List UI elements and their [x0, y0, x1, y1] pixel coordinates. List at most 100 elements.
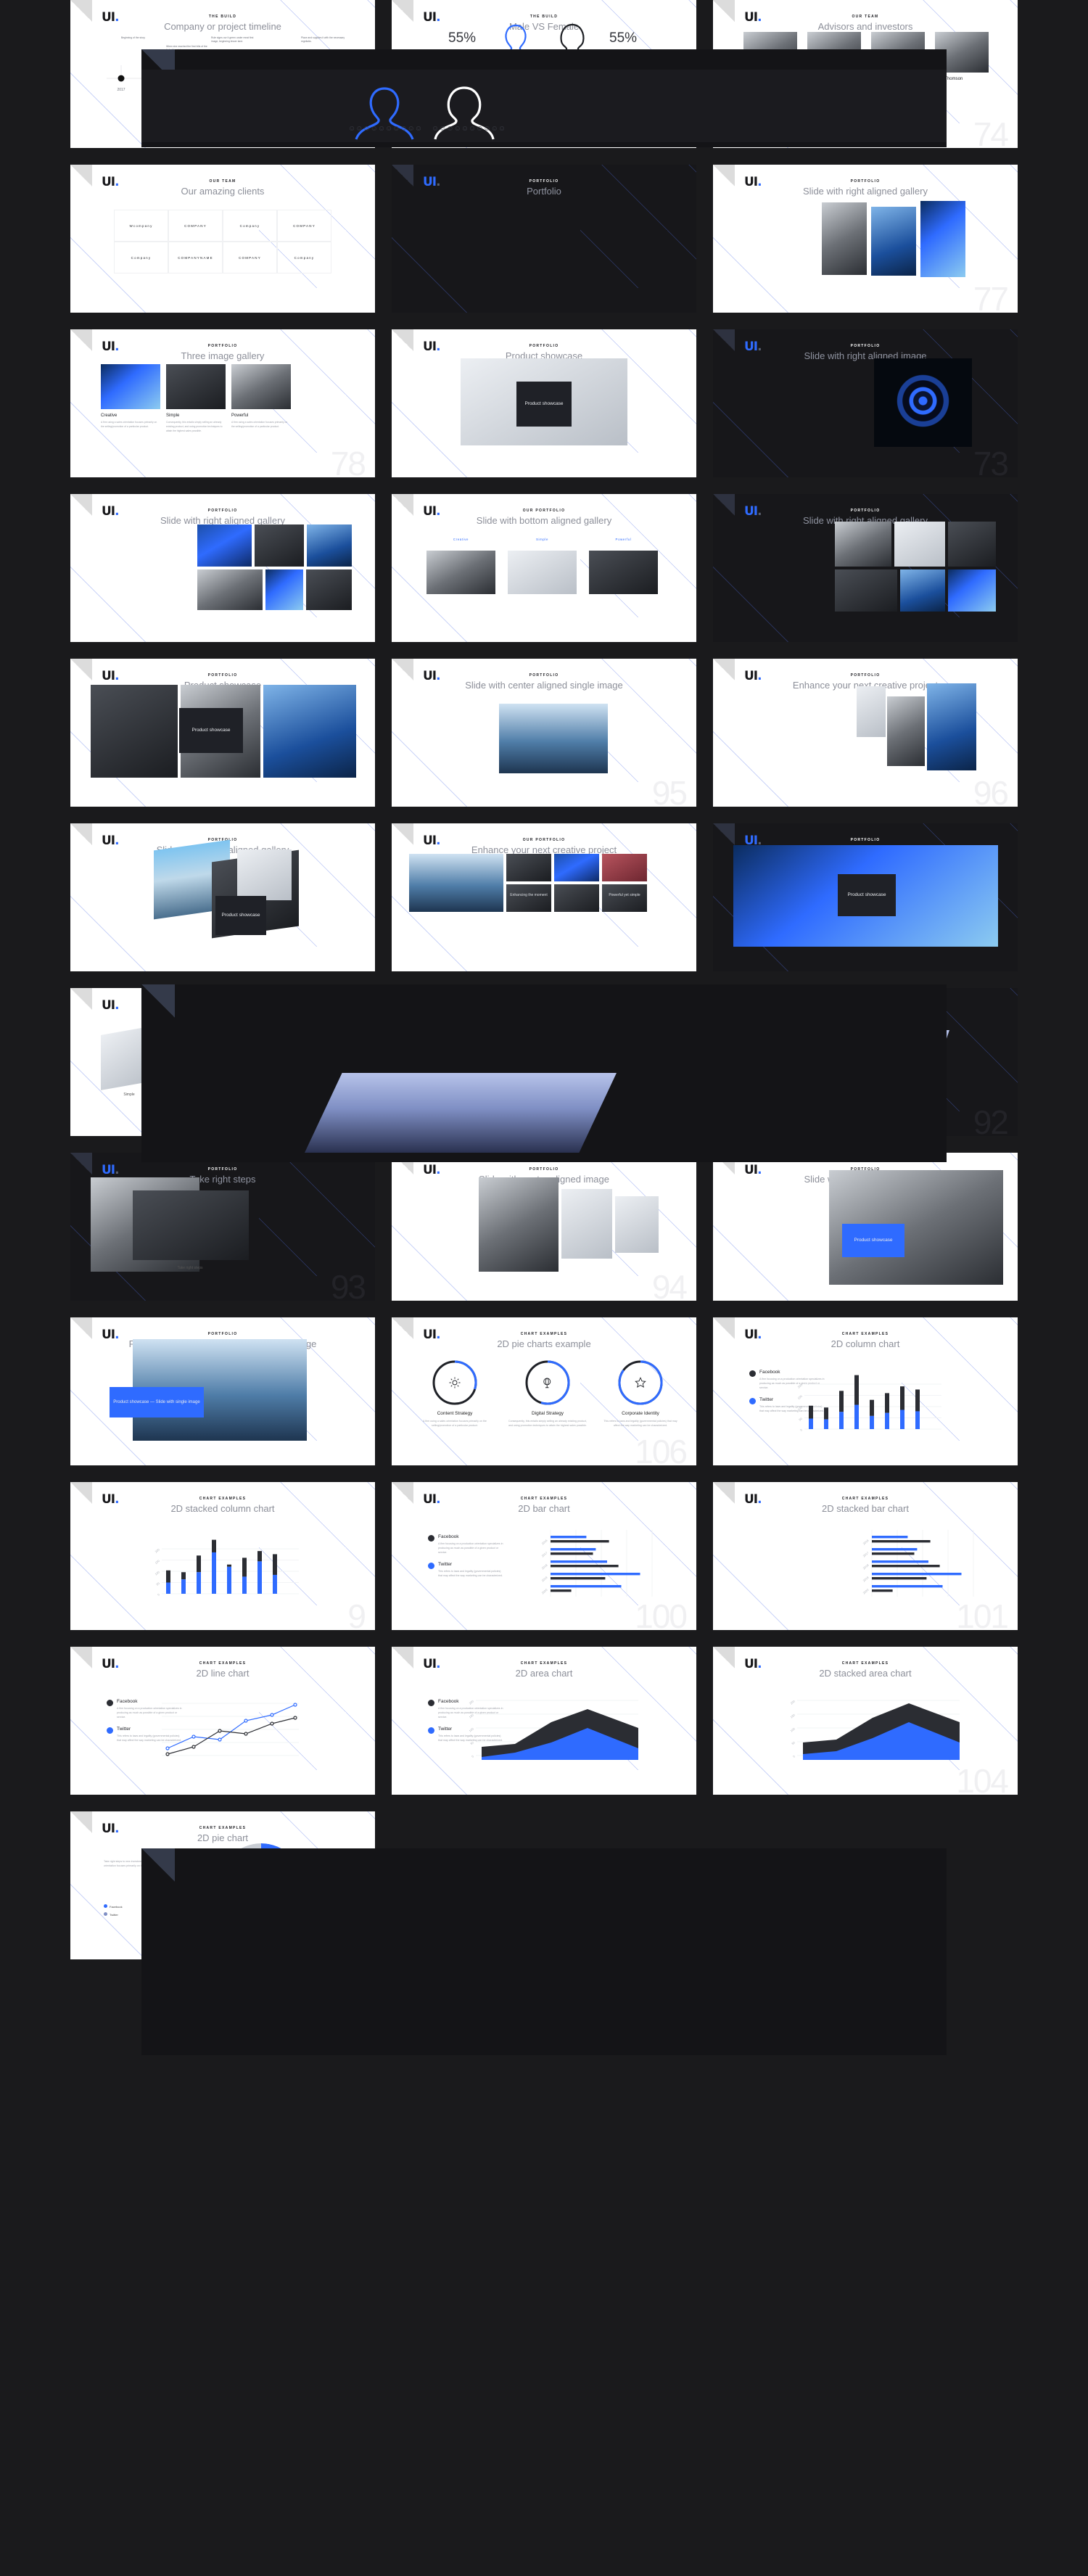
bar-series-a — [242, 1557, 247, 1577]
corner-fold-icon — [141, 984, 175, 1018]
slide-thumbnail[interactable]: UI. PORTFOLIO Enhance your next creative p… — [713, 659, 1018, 807]
bar-series-b — [181, 1579, 186, 1594]
client-logo: Company — [277, 242, 331, 273]
overlay-skew-image — [305, 1073, 617, 1153]
slide-number: 92 — [973, 1103, 1009, 1136]
slide-thumbnail[interactable]: UI.PORTFOLIOSlide with center aligned im… — [392, 1153, 696, 1301]
pie-card: Corporate Identity This refers to laws a… — [601, 1359, 680, 1428]
bar-chart: 2016 2017 2018 2019 2020 — [541, 1530, 653, 1597]
slide-number: 94 — [651, 1268, 688, 1301]
bar-series-b — [872, 1552, 915, 1555]
bar-series-a — [900, 1386, 904, 1410]
bar-series-b — [885, 1412, 889, 1429]
slide-image — [255, 524, 304, 567]
overlay-middle-gallery — [141, 984, 947, 1162]
slide-image — [506, 854, 551, 881]
gallery-caption: Powerful A firm using a sales orientatio… — [231, 413, 288, 428]
slide-title: Slide with center aligned single image — [465, 680, 623, 691]
product-showcase-card: Product showcase — [842, 1224, 904, 1257]
client-logo: COMPANY — [277, 210, 331, 242]
bar-series-b — [551, 1552, 593, 1555]
slide-thumbnail[interactable]: UI. PORTFOLIO Take right steps 93 Take right… — [70, 1153, 375, 1301]
slide-image — [887, 696, 925, 766]
slide-image — [197, 524, 252, 567]
legend-label: Twitter — [438, 1562, 453, 1568]
slide-thumbnail[interactable]: UI.PORTFOLIOProduct showcaseProduct show… — [392, 329, 696, 477]
slide-grid: UI. THE BUILD Company or project timeline … — [0, 0, 1088, 2576]
svg-text:200: 200 — [154, 1547, 161, 1554]
slide-eyebrow: PORTFOLIO — [850, 838, 881, 842]
slide-thumbnail[interactable]: UI. CHART EXAMPLES 2D column chart Faceboo… — [713, 1317, 1018, 1465]
slide-image — [479, 1177, 559, 1272]
slide-thumbnail[interactable]: UI. CHART EXAMPLES 2D bar chart 100 Faceboo… — [392, 1482, 696, 1630]
slide-thumbnail[interactable]: UI.PORTFOLIOSlide with right aligned ima… — [713, 1153, 1018, 1301]
slide-image — [265, 569, 303, 610]
overlay-pie-charts — [141, 1848, 947, 2055]
client-logo: Wcompany — [114, 210, 168, 242]
gallery-caption: Enhancing the moment — [510, 893, 548, 897]
client-logo: COMPANY — [223, 242, 277, 273]
gallery-caption: Simple — [535, 538, 549, 541]
slide-thumbnail[interactable]: UI. PORTFOLIO Slide with right aligned gal… — [713, 165, 1018, 313]
slide-thumbnail[interactable]: UI. OUR PORTFOLIO Enhance your next creati… — [392, 823, 696, 971]
slide-eyebrow: PORTFOLIO — [850, 509, 881, 513]
slide-eyebrow: CHART EXAMPLES — [841, 1497, 889, 1501]
pie-card: Digital Strategy Consequently, this enta… — [508, 1359, 588, 1428]
male-people-icons: ☺☺☺☺☺☺☺☺☺☺ — [348, 125, 423, 133]
svg-text:150: 150 — [154, 1558, 161, 1565]
slide-thumbnail[interactable]: UI. CHART EXAMPLES 2D stacked bar chart 101… — [713, 1482, 1018, 1630]
slide-eyebrow: PORTFOLIO — [850, 673, 881, 678]
slide-thumbnail[interactable]: UI. PORTFOLIO Slide with right aligned gal… — [713, 494, 1018, 642]
slide-thumbnail[interactable]: UI. OUR PORTFOLIO Slide with bottom aligne… — [392, 494, 696, 642]
slide-thumbnail[interactable]: UI. CHART EXAMPLES 2D pie charts example 10… — [392, 1317, 696, 1465]
slide-eyebrow: CHART EXAMPLES — [520, 1497, 568, 1501]
slide-eyebrow: CHART EXAMPLES — [841, 1332, 889, 1336]
slide-thumbnail[interactable]: UI. PORTFOLIO Portfolio — [392, 165, 696, 313]
svg-text:2019: 2019 — [541, 1575, 549, 1582]
slide-eyebrow: CHART EXAMPLES — [199, 1661, 247, 1666]
slide-number: 104 — [956, 1762, 1009, 1795]
slide-title: Slide with bottom aligned gallery — [476, 515, 612, 526]
product-showcase-card: Product showcase — [179, 708, 243, 753]
slide-thumbnail[interactable]: UI.PORTFOLIOSlide with center aligned ga… — [70, 823, 375, 971]
slide-thumbnail[interactable]: UI.PORTFOLIOSlide with right aligned ima… — [713, 329, 1018, 477]
product-showcase-card: Product showcase — Slide with single ima… — [110, 1387, 204, 1417]
slide-thumbnail[interactable]: UI. CHART EXAMPLES 2D stacked area chart 10… — [713, 1647, 1018, 1795]
slide-thumbnail[interactable]: UI. PORTFOLIO Slide with center aligned si… — [392, 659, 696, 807]
product-showcase-card: Product showcase — [215, 896, 266, 935]
svg-text:2019: 2019 — [862, 1575, 870, 1582]
svg-text:2017: 2017 — [117, 88, 125, 92]
slide-image — [409, 854, 503, 912]
slide-title: 2D pie charts example — [497, 1338, 591, 1349]
slide-title: Three image gallery — [181, 350, 265, 361]
slide-number: 101 — [956, 1597, 1009, 1630]
slide-thumbnail[interactable]: UI.PORTFOLIOProduct showcaseProduct show… — [70, 659, 375, 807]
slide-image — [589, 551, 658, 594]
slide-number: 96 — [973, 774, 1009, 807]
line-chart — [162, 1703, 299, 1756]
slide-thumbnail[interactable]: UI. CHART EXAMPLES 2D area chart Facebook A… — [392, 1647, 696, 1795]
slide-thumbnail[interactable]: UI. CHART EXAMPLES 2D line chart Facebook A… — [70, 1647, 375, 1795]
pie-card-desc: Consequently, this entails simply sellin… — [508, 1420, 587, 1428]
svg-text:200: 200 — [469, 1699, 475, 1705]
slide-eyebrow: PORTFOLIO — [207, 673, 238, 678]
bar-series-a — [839, 1391, 844, 1412]
slide-image — [871, 207, 916, 276]
timeline-dot[interactable] — [118, 75, 125, 82]
slide-thumbnail[interactable]: UI. CHART EXAMPLES 2D stacked column chart… — [70, 1482, 375, 1630]
slide-thumbnail[interactable]: UI. PORTFOLIO Product showcase — Slide wit… — [70, 1317, 375, 1465]
slide-thumbnail[interactable]: UI. PORTFOLIO Slide with right aligned gal… — [70, 494, 375, 642]
slide-image — [927, 683, 976, 770]
slide-thumbnail[interactable]: UI. OUR TEAM Our amazing clients Wcompany CO… — [70, 165, 375, 313]
slide-thumbnail[interactable]: UI. PORTFOLIO Three image gallery 78 Creati… — [70, 329, 375, 477]
bar-series-a — [872, 1560, 928, 1563]
slide-eyebrow: PORTFOLIO — [529, 344, 559, 348]
slide-thumbnail[interactable]: UI.PORTFOLIOProduct showcaseProduct show… — [713, 823, 1018, 971]
bar-series-a — [872, 1573, 962, 1576]
slide-eyebrow: PORTFOLIO — [207, 1167, 238, 1172]
gallery-caption: Creative — [453, 538, 469, 541]
column-chart: 0 50 100 150 200 — [154, 1539, 299, 1597]
slide-image — [197, 569, 263, 610]
pie-card-name: Corporate Identity — [622, 1411, 659, 1416]
svg-text:50: 50 — [155, 1581, 160, 1586]
